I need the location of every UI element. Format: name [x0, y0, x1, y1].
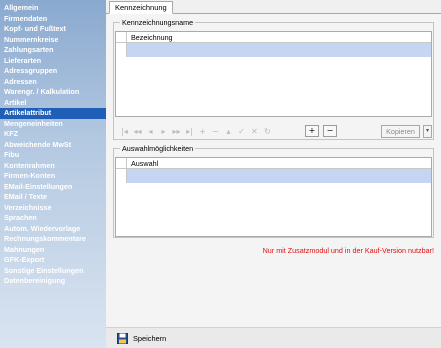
sidebar-item-fibu[interactable]: Fibu	[0, 150, 106, 161]
sidebar-item-verzeichnisse[interactable]: Verzeichnisse	[0, 203, 106, 214]
sidebar-item-autom-wiedervorlage[interactable]: Autom. Wiedervorlage	[0, 224, 106, 235]
sidebar-item-mengeneinheiten[interactable]: Mengeneinheiten	[0, 119, 106, 130]
prev-record-icon[interactable]: ◂	[144, 126, 157, 138]
sidebar-item-kontenrahmen[interactable]: Kontenrahmen	[0, 161, 106, 172]
bottom-toolbar: Speichern	[106, 327, 441, 348]
grid-row-selected[interactable]	[116, 169, 431, 183]
kennzeichnung-grid[interactable]: Bezeichnung	[115, 31, 432, 117]
save-button[interactable]: Speichern	[117, 332, 166, 345]
sidebar-item-allgemein[interactable]: Allgemein	[0, 3, 106, 14]
group-title-kennzeichnungsname: Kennzeichnungsname	[120, 18, 196, 27]
insert-icon[interactable]: +	[196, 126, 209, 138]
module-notice: Nur mit Zusatzmodul und in der Kauf-Vers…	[262, 246, 434, 255]
sidebar-item-abweichende-mwst[interactable]: Abweichende MwSt	[0, 140, 106, 151]
sidebar-item-kfz[interactable]: KFZ	[0, 129, 106, 140]
column-header-auswahl[interactable]: Auswahl	[131, 159, 158, 168]
main-panel: Kennzeichnung Kennzeichnungsname Bezeich…	[106, 0, 441, 348]
kopieren-button[interactable]: Kopieren	[381, 125, 420, 138]
group-title-auswahlmoeglichkeiten: Auswahlmöglichkeiten	[120, 144, 196, 153]
next-record-icon[interactable]: ▸	[157, 126, 170, 138]
sidebar-item-adressgruppen[interactable]: Adressgruppen	[0, 66, 106, 77]
tab-strip: Kennzeichnung	[106, 0, 441, 14]
edit-icon[interactable]: ▴	[222, 126, 235, 138]
grid-header: Auswahl	[116, 158, 431, 169]
row-header	[116, 169, 127, 183]
sidebar-item-warengruppen[interactable]: Warengr. / Kalkulation	[0, 87, 106, 98]
grid-header: Bezeichnung	[116, 32, 431, 43]
record-navigator: |◂ ◂◂ ◂ ▸ ▸▸ ▸| + − ▴ ✓ ✕ ↻	[118, 126, 274, 138]
sidebar-item-artikel[interactable]: Artikel	[0, 98, 106, 109]
prev-page-icon[interactable]: ◂◂	[131, 126, 144, 138]
post-icon[interactable]: ✓	[235, 126, 248, 138]
sidebar-item-artikelattribut[interactable]: Artikelattribut	[0, 108, 106, 119]
row-header	[116, 43, 127, 57]
auswahl-grid[interactable]: Auswahl	[115, 157, 432, 237]
save-label: Speichern	[133, 334, 167, 343]
sidebar-item-rechnungskommentare[interactable]: Rechnungskommentare	[0, 234, 106, 245]
floppy-disk-icon	[117, 333, 128, 344]
add-button[interactable]: +	[305, 125, 319, 137]
tab-kennzeichnung[interactable]: Kennzeichnung	[109, 1, 173, 14]
cancel-icon[interactable]: ✕	[248, 126, 261, 138]
sidebar-item-nummernkreise[interactable]: Nummernkreise	[0, 35, 106, 46]
sidebar-item-email-texte[interactable]: EMail / Texte	[0, 192, 106, 203]
column-header-bezeichnung[interactable]: Bezeichnung	[131, 33, 173, 42]
sidebar-item-lieferarten[interactable]: Lieferarten	[0, 56, 106, 67]
sidebar-item-kopf-fusstext[interactable]: Kopf- und Fußtext	[0, 24, 106, 35]
sidebar-item-sprachen[interactable]: Sprachen	[0, 213, 106, 224]
kopieren-dropdown-arrow[interactable]: ▾	[423, 125, 432, 138]
remove-button[interactable]: −	[323, 125, 337, 137]
last-record-icon[interactable]: ▸|	[183, 126, 196, 138]
sidebar-item-mahnungen[interactable]: Mahnungen	[0, 245, 106, 256]
sidebar-item-adressen[interactable]: Adressen	[0, 77, 106, 88]
delete-icon[interactable]: −	[209, 126, 222, 138]
sidebar-item-firmen-konten[interactable]: Firmen-Konten	[0, 171, 106, 182]
first-record-icon[interactable]: |◂	[118, 126, 131, 138]
group-kennzeichnungsname: Kennzeichnungsname Bezeichnung |◂ ◂◂ ◂ ▸…	[113, 18, 434, 140]
grid-corner	[116, 32, 127, 42]
group-auswahlmoeglichkeiten: Auswahlmöglichkeiten Auswahl	[113, 144, 434, 238]
next-page-icon[interactable]: ▸▸	[170, 126, 183, 138]
grid-row-selected[interactable]	[116, 43, 431, 57]
sidebar-item-sonstige-einstellungen[interactable]: Sonstige Einstellungen	[0, 266, 106, 277]
sidebar-item-gfk-export[interactable]: GFK-Export	[0, 255, 106, 266]
sidebar-item-firmendaten[interactable]: Firmendaten	[0, 14, 106, 25]
grid-corner	[116, 158, 127, 168]
sidebar-item-email-einstellungen[interactable]: EMail-Einstellungen	[0, 182, 106, 193]
sidebar-item-datenbereinigung[interactable]: Datenbereinigung	[0, 276, 106, 287]
refresh-icon[interactable]: ↻	[261, 126, 274, 138]
sidebar: Allgemein Firmendaten Kopf- und Fußtext …	[0, 0, 106, 348]
sidebar-item-zahlungsarten[interactable]: Zahlungsarten	[0, 45, 106, 56]
